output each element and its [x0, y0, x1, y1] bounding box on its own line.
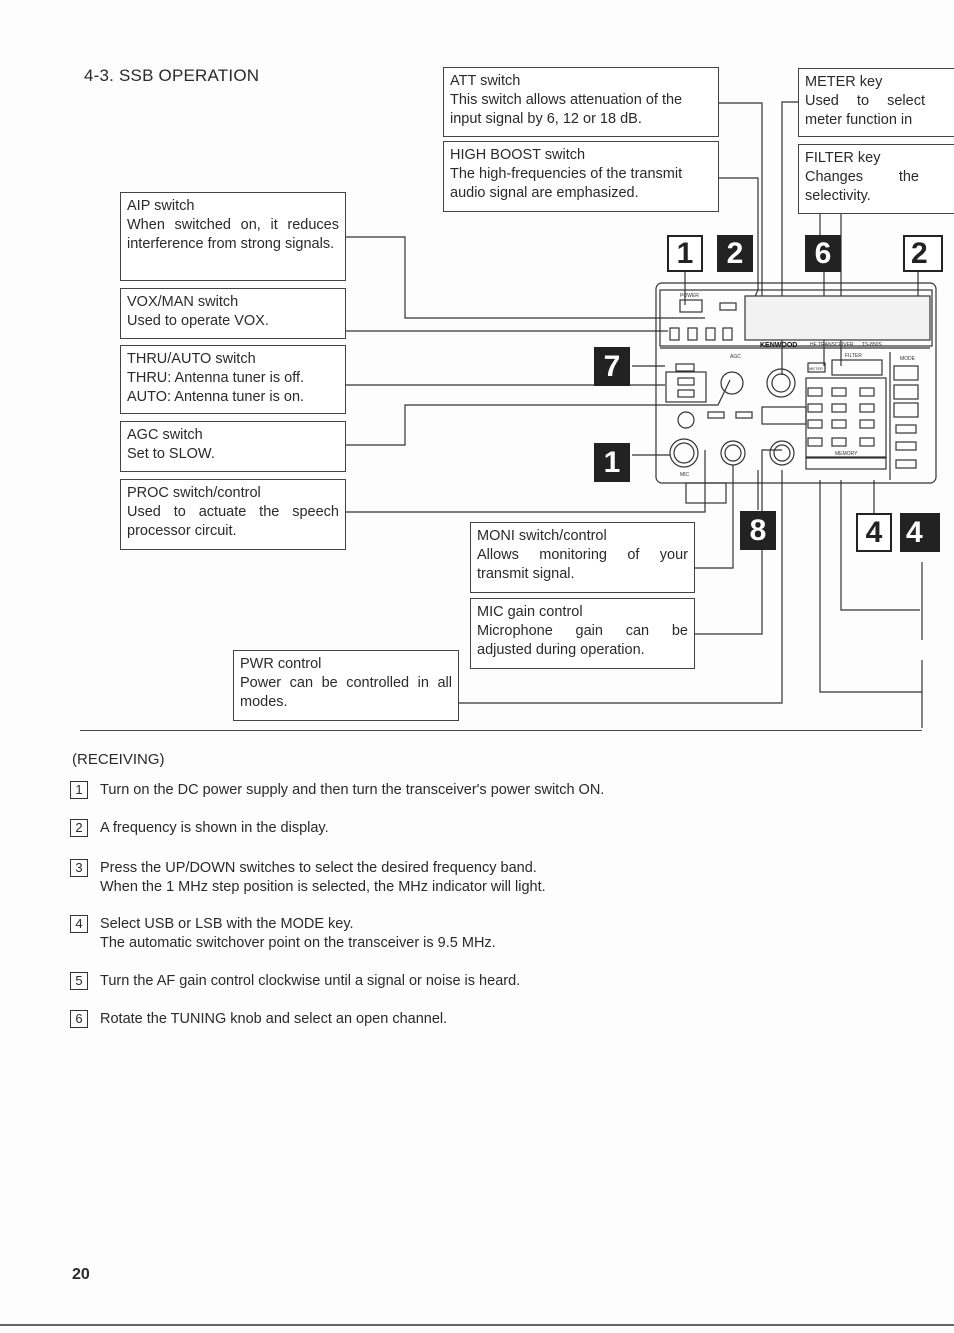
callout-body: Power can be controlled in all modes. [240, 675, 452, 710]
meter-key-callout: METER key Used to select meter function … [798, 68, 954, 137]
step-text: When the 1 MHz step position is selected… [100, 878, 546, 895]
step-marker: 1 [667, 235, 703, 272]
mode-label: MODE [900, 356, 916, 362]
agc-label: AGC [730, 354, 741, 360]
callout-body: Changes the selectivity. [805, 169, 919, 204]
step-marker: 2 [717, 235, 753, 272]
callout-heading: METER key [805, 74, 883, 90]
step-text: A frequency is shown in the display. [100, 820, 329, 836]
step-number: 6 [70, 1010, 88, 1028]
callout-heading: VOX/MAN switch [127, 294, 239, 310]
step-text: The automatic switchover point on the tr… [100, 934, 496, 951]
receiving-step: 5 Turn the AF gain control clockwise unt… [70, 972, 520, 991]
callout-body: Set to SLOW. [127, 446, 215, 462]
callout-heading: MONI switch/control [477, 528, 607, 544]
transceiver-body [655, 282, 937, 504]
filter-keys [831, 359, 883, 376]
callout-body: The high-frequencies of the transmit aud… [450, 166, 683, 201]
model-label: TS-850S [862, 342, 882, 348]
callout-body: Allows monitoring of your transmit signa… [477, 547, 688, 582]
power-switch [679, 299, 703, 313]
receiving-step: 2 A frequency is shown in the display. [70, 819, 329, 838]
callout-heading: HIGH BOOST switch [450, 147, 586, 163]
step-text: Select USB or LSB with the MODE key. [100, 916, 354, 932]
filter-key-callout: FILTER key Changes the selectivity. [798, 144, 954, 214]
receiving-step: 6 Rotate the TUNING knob and select an o… [70, 1010, 447, 1029]
page-number: 20 [72, 1266, 90, 1283]
step-marker: 1 [594, 443, 630, 482]
callout-heading: ATT switch [450, 73, 521, 89]
page-bottom-edge [0, 1324, 954, 1326]
aip-switch-callout: AIP switch When switched on, it reduces … [120, 192, 346, 281]
callout-body: Used to operate VOX. [127, 313, 269, 329]
callout-heading: PROC switch/control [127, 485, 261, 501]
filter-label: FILTER [845, 353, 862, 359]
callout-body: Used to actuate the speech processor cir… [127, 504, 339, 539]
radio-type-label: HF TRANSCEIVER [810, 342, 854, 348]
receiving-heading: (RECEIVING) [72, 751, 165, 768]
step-marker: 4 [856, 513, 892, 552]
brand-logo: KENWOOD [760, 342, 797, 349]
step-marker: 6 [805, 235, 841, 272]
step-text: Press the UP/DOWN switches to select the… [100, 860, 537, 876]
receiving-step: 3 Press the UP/DOWN switches to select t… [70, 859, 546, 896]
proc-callout: PROC switch/control Used to actuate the … [120, 479, 346, 550]
callout-heading: AGC switch [127, 427, 203, 443]
step-number: 4 [70, 915, 88, 933]
att-switch-callout: ATT switch This switch allows attenuatio… [443, 67, 719, 137]
receiving-step: 4 Select USB or LSB with the MODE key. Th… [70, 915, 496, 952]
step-marker: 8 [740, 511, 776, 550]
manual-page: 4-3. SSB OPERATION POWER KENWOOD HF TRAN… [0, 0, 954, 1333]
step-marker: 7 [594, 347, 630, 386]
power-label: POWER [680, 293, 699, 299]
moni-callout: MONI switch/control Allows monitoring of… [470, 522, 695, 593]
memory-label: MEMORY [835, 451, 858, 457]
mic-label: MIC [680, 472, 690, 478]
callout-heading: MIC gain control [477, 604, 583, 620]
agc-switch-callout: AGC switch Set to SLOW. [120, 421, 346, 472]
callout-body: AUTO: Antenna tuner is on. [127, 389, 305, 405]
vox-man-callout: VOX/MAN switch Used to operate VOX. [120, 288, 346, 339]
callout-body: THRU: Antenna tuner is off. [127, 370, 305, 386]
callout-body: Used to select meter function in [805, 93, 925, 128]
callout-body: Microphone gain can be adjusted during o… [477, 623, 688, 658]
mic-gain-callout: MIC gain control Microphone gain can be … [470, 598, 695, 669]
section-divider [80, 730, 922, 731]
callout-heading: PWR control [240, 656, 322, 672]
pwr-control-callout: PWR control Power can be controlled in a… [233, 650, 459, 721]
step-text: Rotate the TUNING knob and select an ope… [100, 1011, 448, 1027]
thru-auto-callout: THRU/AUTO switch THRU: Antenna tuner is … [120, 345, 346, 414]
step-marker: 2 [903, 235, 943, 272]
step-marker: 4 [900, 513, 940, 552]
step-number: 1 [70, 781, 88, 799]
callout-heading: FILTER key [805, 150, 881, 166]
step-text: Turn on the DC power supply and then tur… [100, 782, 605, 798]
meter-label: METER [809, 366, 823, 371]
step-number: 2 [70, 819, 88, 837]
callout-heading: THRU/AUTO switch [127, 351, 256, 367]
step-number: 3 [70, 859, 88, 877]
callout-body: This switch allows attenuation of the in… [450, 92, 683, 127]
step-text: Turn the AF gain control clockwise until… [100, 973, 521, 989]
step-number: 5 [70, 972, 88, 990]
callout-heading: AIP switch [127, 198, 195, 214]
high-boost-callout: HIGH BOOST switch The high-frequencies o… [443, 141, 719, 212]
receiving-step: 1 Turn on the DC power supply and then t… [70, 781, 604, 800]
callout-body: When switched on, it reduces interferenc… [127, 217, 339, 252]
